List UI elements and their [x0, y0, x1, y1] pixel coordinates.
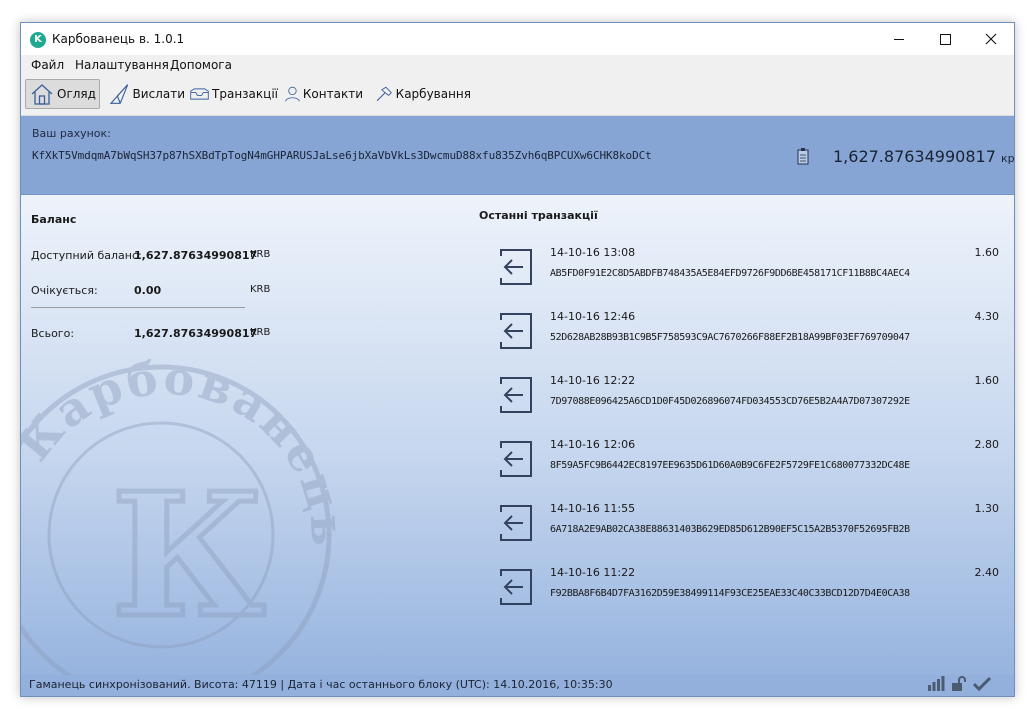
available-balance-unit: KRB — [250, 249, 271, 260]
incoming-transaction-icon — [500, 569, 532, 605]
transaction-row[interactable]: 14-10-16 12:06 2.80 8F59A5FC9B6442EC8197EE… — [487, 430, 999, 480]
tab-transactions-label: Транзакції — [212, 87, 278, 101]
account-balance-value: 1,627.87634990817 — [833, 147, 996, 166]
checkmark-icon[interactable] — [973, 676, 991, 692]
person-icon — [285, 86, 300, 102]
transaction-hash: AB5FD0F91E2C8D5ABDFB748435A5E84EFD9726F9… — [550, 268, 910, 279]
transaction-date: 14-10-16 12:46 — [550, 310, 636, 323]
menu-file[interactable]: Файл — [31, 58, 64, 72]
account-balance: 1,627.87634990817 крб. — [833, 147, 1015, 166]
tab-overview-label: Огляд — [57, 87, 96, 101]
transaction-row[interactable]: 14-10-16 11:22 2.40 F92BBA8F6B4D7FA3162D59… — [487, 558, 999, 608]
menu-bar: Файл Налаштування Допомога — [21, 55, 1014, 75]
transaction-amount: 1.60 — [974, 374, 1000, 387]
overview-panel: Карбованець К Баланс Доступний баланс: 1… — [21, 195, 1014, 675]
available-balance-value: 1,627.87634990817 — [134, 249, 258, 262]
transaction-amount: 4.30 — [974, 310, 1000, 323]
close-button[interactable] — [968, 23, 1014, 55]
tab-send[interactable]: Вислати — [105, 79, 185, 109]
account-label: Ваш рахунок: — [32, 127, 111, 140]
tab-contacts-label: Контакти — [302, 87, 363, 101]
menu-settings[interactable]: Налаштування — [75, 58, 169, 72]
tab-mining[interactable]: Карбування — [371, 79, 471, 109]
karbovanets-seal-watermark: Карбованець К — [21, 350, 352, 675]
transaction-row[interactable]: 14-10-16 12:22 1.60 7D97088E096425A6CD1D0F… — [487, 366, 999, 416]
maximize-button[interactable] — [922, 23, 968, 55]
total-balance-value: 1,627.87634990817 — [134, 327, 258, 340]
paper-plane-icon — [109, 84, 129, 104]
close-icon — [985, 33, 997, 45]
tab-contacts[interactable]: Контакти — [281, 79, 363, 109]
title-bar[interactable]: K Карбованець в. 1.0.1 — [21, 23, 1014, 55]
recent-transactions-title: Останні транзакції — [479, 209, 598, 222]
inbox-tray-icon — [190, 88, 209, 100]
transaction-date: 14-10-16 11:55 — [550, 502, 636, 515]
pending-balance-label: Очікується: — [31, 284, 98, 297]
unlocked-padlock-icon[interactable] — [951, 676, 967, 692]
transaction-row[interactable]: 14-10-16 13:08 1.60 AB5FD0F91E2C8D5ABDFB74… — [487, 238, 999, 288]
transaction-row[interactable]: 14-10-16 11:55 1.30 6A718A2E9AB02CA38E8863… — [487, 494, 999, 544]
tab-send-label: Вислати — [132, 87, 185, 101]
balance-title: Баланс — [31, 213, 77, 226]
app-logo-icon: K — [30, 32, 46, 48]
tab-transactions[interactable]: Транзакції — [186, 79, 278, 109]
transaction-amount: 2.80 — [974, 438, 1000, 451]
account-address[interactable]: KfXkT5VmdqmA7bWqSH37p87hSXBdTpTogN4mGHPA… — [32, 149, 652, 162]
balance-divider — [31, 307, 245, 308]
available-balance-label: Доступний баланс: — [31, 249, 142, 262]
sync-status-text: Гаманець синхронізований. Висота: 47119 … — [29, 678, 613, 691]
pending-balance-value: 0.00 — [134, 284, 162, 297]
minimize-button[interactable] — [876, 23, 922, 55]
transaction-hash: 7D97088E096425A6CD1D0F45D026896074FD0345… — [550, 396, 910, 407]
transaction-hash: 8F59A5FC9B6442EC8197EE9635D61D60A0B9C6FE… — [550, 460, 910, 471]
transaction-row[interactable]: 14-10-16 12:46 4.30 52D628AB28B93B1C9B5F75… — [487, 302, 999, 352]
total-balance-label: Всього: — [31, 327, 75, 340]
maximize-icon — [939, 33, 951, 45]
transaction-date: 14-10-16 12:22 — [550, 374, 636, 387]
transaction-date: 14-10-16 12:06 — [550, 438, 636, 451]
pending-balance-unit: KRB — [250, 284, 271, 295]
transaction-amount: 1.30 — [974, 502, 1000, 515]
transaction-amount: 1.60 — [974, 246, 1000, 259]
total-balance-unit: KRB — [250, 327, 271, 338]
incoming-transaction-icon — [500, 313, 532, 349]
account-balance-unit: крб. — [1000, 152, 1015, 165]
toolbar: Огляд Вислати Транзакції Контакти Карбув… — [21, 75, 1014, 116]
transaction-date: 14-10-16 13:08 — [550, 246, 636, 259]
watermark-letter: К — [111, 456, 266, 656]
account-panel: Ваш рахунок: KfXkT5VmdqmA7bWqSH37p87hSXB… — [21, 116, 1014, 195]
transaction-date: 14-10-16 11:22 — [550, 566, 636, 579]
window-title: Карбованець в. 1.0.1 — [52, 32, 185, 46]
status-bar: Гаманець синхронізований. Висота: 47119 … — [21, 675, 1014, 696]
hammer-icon — [376, 86, 392, 102]
incoming-transaction-icon — [500, 505, 532, 541]
menu-help[interactable]: Допомога — [170, 58, 232, 72]
copy-icon[interactable] — [797, 147, 811, 165]
main-window: K Карбованець в. 1.0.1 Файл Налаштування… — [20, 22, 1015, 697]
incoming-transaction-icon — [500, 377, 532, 413]
transaction-hash: F92BBA8F6B4D7FA3162D59E38499114F93CE25EA… — [550, 588, 910, 599]
transaction-hash: 52D628AB28B93B1C9B5F758593C9AC7670266F88… — [550, 332, 910, 343]
incoming-transaction-icon — [500, 249, 532, 285]
status-icons — [927, 676, 991, 692]
incoming-transaction-icon — [500, 441, 532, 477]
tab-mining-label: Карбування — [395, 87, 471, 101]
network-bars-icon[interactable] — [927, 676, 945, 692]
minimize-icon — [894, 38, 904, 40]
transaction-hash: 6A718A2E9AB02CA38E88631403B629ED85D612B9… — [550, 524, 910, 535]
transaction-amount: 2.40 — [974, 566, 1000, 579]
tab-overview[interactable]: Огляд — [25, 79, 100, 109]
home-icon — [31, 84, 53, 105]
